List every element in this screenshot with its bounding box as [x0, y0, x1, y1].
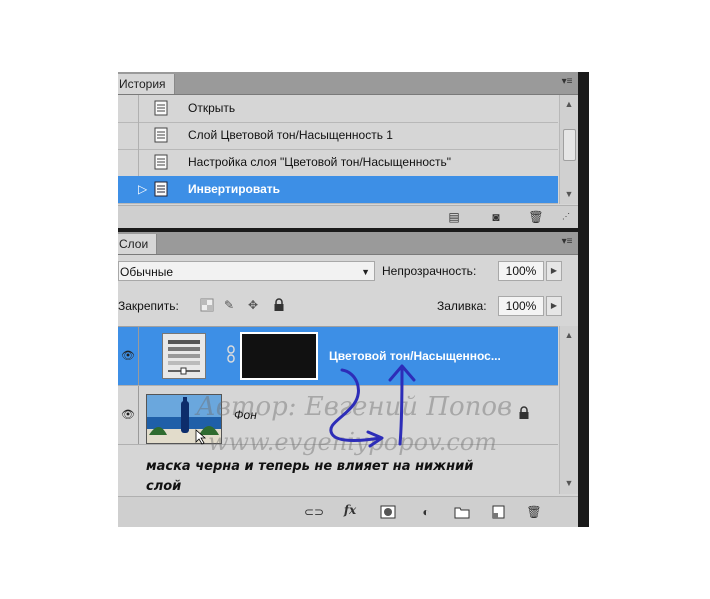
- history-footer: ▤ ◙ 🗑 ⋰: [118, 205, 578, 228]
- fx-icon[interactable]: fx: [342, 503, 358, 517]
- fill-input[interactable]: 100%: [498, 296, 544, 316]
- panel-menu-icon[interactable]: ▾≡: [560, 76, 574, 88]
- scroll-up-icon[interactable]: ▲: [560, 328, 578, 342]
- new-document-icon[interactable]: ▤: [446, 210, 462, 224]
- lock-move-icon[interactable]: ✥: [246, 298, 260, 312]
- opacity-label: Непрозрачность:: [382, 264, 477, 278]
- scroll-down-icon[interactable]: ▼: [560, 476, 578, 490]
- link-layers-icon[interactable]: ⊂⊃: [304, 505, 324, 519]
- panel-menu-icon[interactable]: ▾≡: [560, 236, 574, 248]
- scroll-up-icon[interactable]: ▲: [560, 97, 578, 111]
- history-scrollbar[interactable]: ▲ ▼: [559, 95, 578, 204]
- history-tab[interactable]: История: [118, 74, 175, 94]
- new-layer-icon[interactable]: [490, 505, 506, 519]
- layer-row-background[interactable]: 👁 Фон: [118, 386, 558, 445]
- history-item[interactable]: Слой Цветовой тон/Насыщенность 1: [118, 122, 558, 150]
- blend-mode-value: Обычные: [120, 265, 174, 279]
- opacity-input[interactable]: 100%: [498, 261, 544, 281]
- history-state-marker-icon: ▷: [138, 182, 148, 196]
- history-item-label: Открыть: [188, 101, 236, 115]
- layers-footer: ⊂⊃ fx ◐ 🗑: [118, 496, 578, 527]
- resize-grip-icon[interactable]: ⋰: [558, 210, 574, 224]
- adjustment-layer-thumbnail: [162, 333, 206, 379]
- snapshot-source-cell[interactable]: [118, 176, 138, 203]
- scroll-down-icon[interactable]: ▼: [560, 187, 578, 201]
- scroll-thumb[interactable]: [563, 129, 576, 161]
- lock-label: Закрепить:: [118, 299, 179, 313]
- layer-lock-icon: [518, 406, 530, 423]
- history-item-label: Настройка слоя "Цветовой тон/Насыщенност…: [188, 155, 451, 169]
- snapshot-camera-icon[interactable]: ◙: [488, 210, 504, 224]
- history-item[interactable]: Настройка слоя "Цветовой тон/Насыщенност…: [118, 149, 558, 177]
- add-mask-icon[interactable]: [380, 505, 396, 519]
- background-photo-thumbnail: [146, 394, 222, 444]
- history-state-icon: [154, 127, 168, 143]
- fill-slider-button[interactable]: ▶: [546, 296, 562, 316]
- snapshot-source-cell[interactable]: [118, 95, 139, 122]
- chevron-down-icon: ▼: [361, 267, 370, 277]
- annotation-caption-line1: маска черна и теперь не влияет на нижний: [146, 459, 474, 474]
- history-state-icon: [154, 181, 168, 197]
- history-tab-bar: История ▾≡: [118, 72, 578, 95]
- lock-all-icon[interactable]: [272, 298, 286, 312]
- visibility-eye-icon[interactable]: 👁: [118, 386, 139, 444]
- trash-icon[interactable]: 🗑: [526, 505, 542, 519]
- history-panel: История ▾≡ Открыть Слой Цветовой тон/Нас…: [118, 72, 578, 228]
- layers-list: 👁 Цветовой тон/Насыщеннос... 👁 Фон маска…: [118, 326, 558, 495]
- history-item-selected[interactable]: ▷ Инвертировать: [118, 176, 558, 204]
- layers-panel: Слои ▾≡ Обычные ▼ Непрозрачность: 100% ▶…: [118, 232, 578, 527]
- layers-tab[interactable]: Слои: [118, 234, 158, 254]
- layer-name[interactable]: Фон: [234, 386, 257, 444]
- visibility-eye-icon[interactable]: 👁: [118, 327, 139, 385]
- opacity-slider-button[interactable]: ▶: [546, 261, 562, 281]
- layers-tab-bar: Слои ▾≡: [118, 232, 578, 255]
- snapshot-source-cell[interactable]: [118, 122, 139, 149]
- history-list: Открыть Слой Цветовой тон/Насыщенность 1: [118, 95, 558, 204]
- group-folder-icon[interactable]: [454, 505, 470, 519]
- snapshot-source-cell[interactable]: [118, 149, 139, 176]
- lock-transparent-icon[interactable]: [200, 298, 214, 312]
- layers-scrollbar[interactable]: ▲ ▼: [559, 326, 578, 494]
- mask-link-icon[interactable]: [226, 345, 236, 363]
- adjustment-layer-icon[interactable]: ◐: [418, 505, 434, 519]
- layer-row-hue-saturation[interactable]: 👁 Цветовой тон/Насыщеннос...: [118, 327, 558, 386]
- history-item-label: Слой Цветовой тон/Насыщенность 1: [188, 128, 393, 142]
- layer-name[interactable]: Цветовой тон/Насыщеннос...: [329, 327, 501, 385]
- blend-mode-select[interactable]: Обычные ▼: [118, 261, 375, 281]
- history-item[interactable]: Открыть: [118, 95, 558, 123]
- lock-brush-icon[interactable]: ✎: [222, 298, 236, 312]
- fill-label: Заливка:: [437, 299, 487, 313]
- history-state-icon: [154, 154, 168, 170]
- history-item-label: Инвертировать: [188, 182, 280, 196]
- annotation-caption-line2: слой: [146, 479, 182, 494]
- layer-mask-thumbnail[interactable]: [240, 332, 318, 380]
- photoshop-panels: История ▾≡ Открыть Слой Цветовой тон/Нас…: [118, 72, 589, 527]
- history-state-icon: [154, 100, 168, 116]
- trash-icon[interactable]: 🗑: [528, 210, 544, 224]
